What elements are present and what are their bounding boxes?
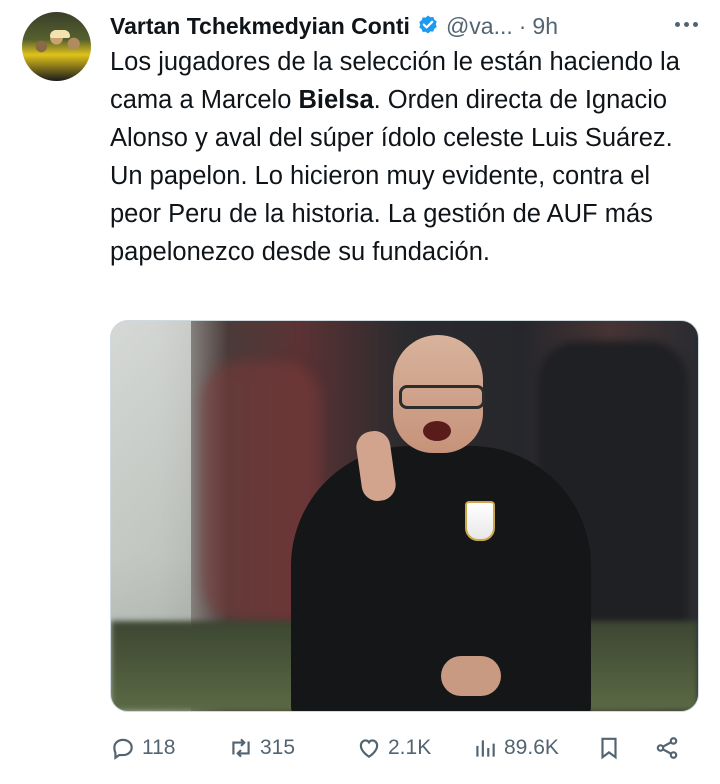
heart-icon — [359, 739, 379, 758]
views-count: 89.6K — [504, 736, 559, 759]
more-options-icon[interactable] — [675, 12, 698, 36]
tweet[interactable]: Vartan Tchekmedyian Conti @va... · 9h Lo… — [0, 0, 720, 784]
reply-button[interactable]: 118 — [110, 730, 175, 766]
author-name[interactable]: Vartan Tchekmedyian Conti — [110, 13, 410, 40]
views-chart-icon — [476, 740, 495, 757]
avatar[interactable] — [22, 12, 91, 81]
reply-icon — [113, 738, 133, 760]
verified-badge-icon — [416, 14, 440, 38]
share-button[interactable] — [654, 730, 680, 766]
tweet-photo[interactable] — [110, 320, 699, 712]
retweet-count: 315 — [260, 736, 296, 759]
tweet-text-bold: Bielsa — [298, 86, 374, 114]
bookmark-icon — [601, 737, 617, 760]
retweet-button[interactable]: 315 — [228, 730, 295, 766]
author-handle[interactable]: @va... — [446, 13, 513, 40]
bookmark-button[interactable] — [596, 730, 622, 766]
like-button[interactable]: 2.1K — [356, 730, 431, 766]
timestamp[interactable]: 9h — [532, 13, 558, 40]
action-bar: 118 315 2.1K 89.6K — [110, 730, 700, 766]
share-icon — [656, 737, 678, 759]
like-count: 2.1K — [388, 736, 432, 759]
retweet-icon — [232, 738, 250, 758]
views-button[interactable]: 89.6K — [472, 730, 559, 766]
tweet-text: Los jugadores de la selección le están h… — [110, 43, 700, 271]
tweet-header: Vartan Tchekmedyian Conti @va... · 9h — [110, 10, 558, 42]
reply-count: 118 — [142, 736, 176, 759]
separator-dot: · — [518, 12, 527, 39]
